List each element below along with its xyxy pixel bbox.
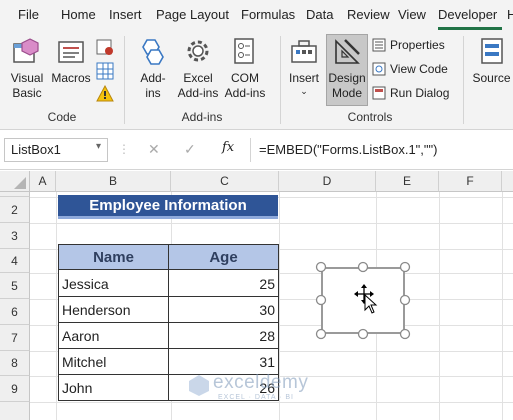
view-code-button[interactable]: View Code: [372, 62, 448, 76]
properties-icon: [372, 38, 386, 52]
excel-addins-button[interactable]: Excel Add-ins: [176, 36, 220, 101]
xml-source-icon: [480, 38, 503, 64]
macros-icon: [58, 41, 84, 63]
gridline: [56, 192, 57, 420]
view-code-icon: [372, 62, 386, 76]
macro-security-icon[interactable]: [96, 84, 114, 106]
column-header[interactable]: E: [376, 171, 439, 192]
name-cell[interactable]: Henderson: [62, 297, 131, 323]
com-addins-icon: [234, 38, 254, 64]
com-addins-button[interactable]: COM Add-ins: [222, 36, 268, 101]
formula-bar: ListBox1 ▾ ⋮ ✕ ✓ fx =EMBED("Forms.ListBo…: [0, 130, 513, 170]
sheet-title[interactable]: Employee Information: [58, 195, 278, 219]
controls-group-label: Controls: [347, 110, 393, 124]
tab-data[interactable]: Data: [306, 7, 333, 22]
tab-help-partial[interactable]: H: [507, 7, 513, 22]
formula-input[interactable]: =EMBED("Forms.ListBox.1",""): [250, 138, 513, 162]
relative-reference-icon[interactable]: [96, 62, 114, 83]
group-divider: [463, 36, 464, 124]
row-header[interactable]: 6: [0, 299, 30, 325]
design-mode-icon: [335, 39, 360, 64]
visual-basic-button[interactable]: Visual Basic: [6, 36, 48, 101]
column-header[interactable]: D: [279, 171, 376, 192]
tab-page-layout[interactable]: Page Layout: [156, 7, 229, 22]
tab-formulas[interactable]: Formulas: [241, 7, 295, 22]
row-header[interactable]: 9: [0, 376, 30, 402]
column-header[interactable]: B: [56, 171, 171, 192]
properties-button[interactable]: Properties: [372, 38, 445, 52]
enter-icon[interactable]: ✓: [184, 141, 196, 158]
addins-button[interactable]: Add-ins: [131, 36, 175, 101]
addins-icon: [142, 39, 164, 65]
run-dialog-button[interactable]: Run Dialog: [372, 86, 449, 100]
name-cell[interactable]: Jessica: [62, 271, 109, 297]
name-box[interactable]: ListBox1 ▾: [4, 138, 108, 162]
row-header[interactable]: 3: [0, 223, 30, 249]
design-mode-content: Design Mode: [326, 36, 368, 101]
age-cell[interactable]: 25: [172, 271, 275, 297]
menu-bar: File Home Insert Page Layout Formulas Da…: [0, 0, 513, 30]
move-cursor-icon: [354, 284, 378, 314]
insert-function-icon[interactable]: fx: [222, 140, 234, 155]
gridline: [30, 223, 513, 224]
chevron-down-icon: ▾: [95, 141, 101, 152]
row-header: [0, 402, 30, 420]
code-group-label: Code: [47, 110, 77, 124]
gridline: [30, 402, 513, 403]
age-cell[interactable]: 30: [172, 297, 275, 323]
column-header[interactable]: C: [171, 171, 279, 192]
xml-source-button[interactable]: Source: [470, 36, 513, 86]
tab-file[interactable]: File: [18, 7, 39, 22]
row-header[interactable]: 8: [0, 351, 30, 376]
row-header[interactable]: 5: [0, 273, 30, 299]
name-cell[interactable]: Mitchel: [62, 349, 106, 375]
name-cell[interactable]: John: [62, 375, 92, 401]
visual-basic-icon: [13, 38, 39, 63]
row-header[interactable]: 4: [0, 249, 30, 273]
tab-view[interactable]: View: [398, 7, 426, 22]
toolbox-icon: [291, 40, 317, 63]
chevron-down-icon: ⌄: [300, 86, 308, 96]
column-header: [502, 171, 513, 192]
record-macro-icon[interactable]: [96, 38, 114, 59]
insert-control-button[interactable]: Insert ⌄: [286, 36, 322, 96]
name-cell[interactable]: Aaron: [62, 323, 99, 349]
tab-home[interactable]: Home: [61, 7, 96, 22]
column-header[interactable]: F: [439, 171, 502, 192]
more-options-icon: ⋮: [118, 142, 130, 156]
row-header[interactable]: 2: [0, 197, 30, 223]
exceldemy-logo-icon: [189, 375, 209, 396]
table-header-name[interactable]: Name: [59, 245, 169, 270]
row-header[interactable]: 7: [0, 325, 30, 351]
select-all-corner[interactable]: [0, 171, 30, 192]
tab-review[interactable]: Review: [347, 7, 390, 22]
column-header[interactable]: A: [30, 171, 56, 192]
addins-group-label: Add-ins: [181, 110, 223, 124]
cancel-icon[interactable]: ✕: [148, 141, 160, 158]
age-cell[interactable]: 28: [172, 323, 275, 349]
run-dialog-icon: [372, 86, 386, 100]
tab-developer[interactable]: Developer: [438, 7, 497, 22]
gridline: [502, 192, 503, 420]
ribbon: Visual Basic Macros Code Add-ins Excel A…: [0, 30, 513, 130]
table-divider: [168, 270, 169, 400]
gridline: [439, 192, 440, 420]
gear-icon: [187, 40, 209, 62]
table-header-age[interactable]: Age: [169, 245, 278, 270]
tab-insert[interactable]: Insert: [109, 7, 142, 22]
macros-button[interactable]: Macros: [50, 36, 92, 86]
